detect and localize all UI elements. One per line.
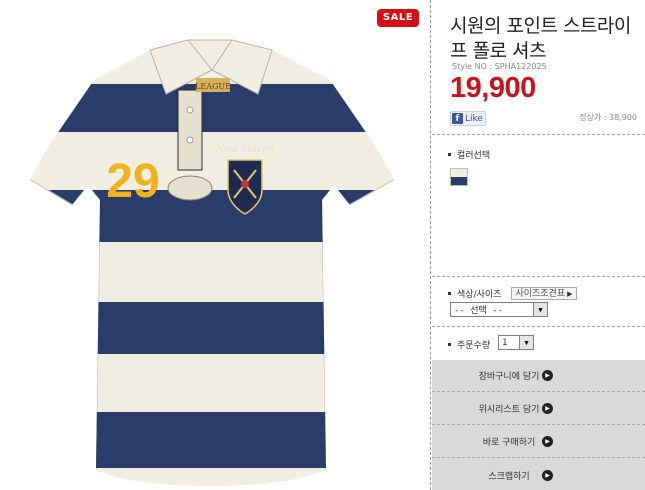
quantity-select[interactable]: 1 ▼: [498, 335, 534, 350]
list-price: 정상가 : 38,900: [579, 113, 637, 122]
quantity-value: 1: [502, 337, 508, 348]
color-select-label: 컬러선택: [457, 151, 491, 161]
product-image-area: LEAGUE 29 New Haven SALE: [0, 0, 430, 490]
color-size-label: 색상/사이즈: [457, 290, 502, 300]
facebook-icon: f: [452, 113, 463, 124]
bullet-icon: [448, 343, 451, 346]
arrow-circle-icon: ▶: [542, 436, 553, 447]
option-select-value: -- 선택 --: [454, 306, 504, 316]
divider: [432, 326, 645, 327]
action-label: 스크랩하기: [488, 471, 530, 482]
action-buttons: 장바구니에 담기 ▶ 위시리스트 담기 ▶ 바로 구매하기 ▶ 스크랩하기 ▶: [432, 360, 645, 490]
facebook-like-button[interactable]: f Like: [450, 111, 486, 126]
add-to-wishlist-button[interactable]: 위시리스트 담기 ▶: [432, 393, 645, 425]
dropdown-arrow-icon[interactable]: ▼: [533, 303, 547, 316]
action-label: 위시리스트 담기: [478, 405, 540, 415]
shirt-crest-text: New Haven: [214, 144, 274, 155]
product-title: 시원의 포인트 스트라이프 폴로 셔츠: [450, 15, 631, 62]
chevron-right-icon: ▶: [567, 289, 573, 298]
divider: [432, 134, 645, 135]
sale-price: 19,900: [450, 72, 536, 104]
color-size-heading: 색상/사이즈 사이즈조견표 ▶: [448, 287, 577, 300]
dropdown-arrow-icon[interactable]: ▼: [519, 336, 533, 349]
like-label: Like: [465, 113, 483, 124]
quantity-heading: 주문수량: [448, 338, 490, 351]
action-label: 바로 구매하기: [482, 438, 536, 448]
color-select-heading: 컬러선택: [448, 148, 490, 161]
product-info-panel: 시원의 포인트 스트라이프 폴로 셔츠 Style NO : SPHA12202…: [432, 0, 645, 490]
product-image-polo-shirt[interactable]: LEAGUE 29 New Haven: [0, 0, 430, 490]
bullet-icon: [448, 292, 451, 295]
arrow-circle-icon: ▶: [542, 469, 553, 481]
shirt-number-print: 29: [106, 155, 159, 208]
shirt-label-text: LEAGUE: [195, 82, 231, 91]
quantity-label: 주문수량: [457, 341, 491, 351]
divider: [432, 276, 645, 277]
buy-now-button[interactable]: 바로 구매하기 ▶: [432, 426, 645, 458]
add-to-cart-button[interactable]: 장바구니에 담기 ▶: [432, 360, 645, 392]
style-number: Style NO : SPHA122025: [452, 62, 547, 71]
size-chart-button[interactable]: 사이즈조견표 ▶: [511, 287, 577, 300]
size-chart-label: 사이즈조견표: [515, 288, 566, 299]
action-label: 장바구니에 담기: [478, 372, 540, 382]
bullet-icon: [448, 153, 451, 156]
option-select[interactable]: -- 선택 -- ▼: [450, 302, 548, 317]
column-divider: [430, 0, 431, 490]
sale-badge: SALE: [377, 9, 419, 27]
scrap-button[interactable]: 스크랩하기 ▶: [432, 459, 645, 490]
arrow-circle-icon: ▶: [542, 370, 553, 381]
arrow-circle-icon: ▶: [542, 403, 553, 414]
color-swatch-cream-navy[interactable]: [450, 168, 468, 186]
